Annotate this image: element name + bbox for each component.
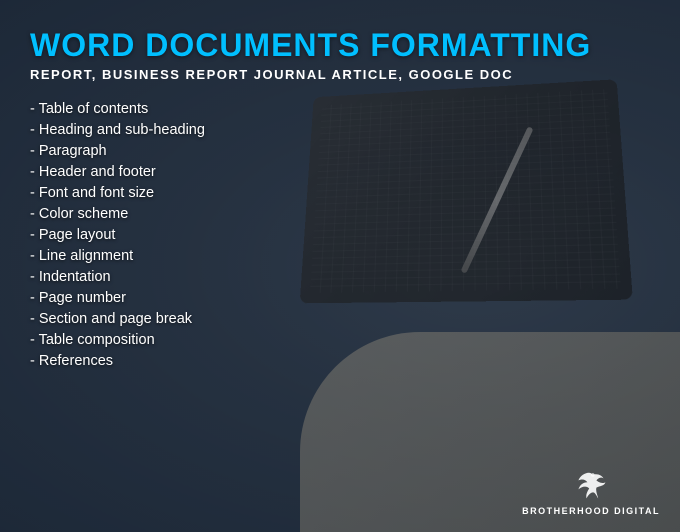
logo-area: BROTHERHOOD DIGITAL bbox=[522, 466, 660, 516]
logo-icon bbox=[573, 466, 609, 502]
list-item: - Heading and sub-heading bbox=[30, 121, 650, 139]
list-item: - Color scheme bbox=[30, 205, 650, 223]
list-item: - Page number bbox=[30, 289, 650, 307]
list-item: - Page layout bbox=[30, 226, 650, 244]
list-item: - Line alignment bbox=[30, 247, 650, 265]
list-item: - Paragraph bbox=[30, 142, 650, 160]
features-list: - Table of contents - Heading and sub-hea… bbox=[30, 100, 650, 512]
list-item: - Indentation bbox=[30, 268, 650, 286]
main-container: WORD DOCUMENTS FORMATTING REPORT, BUSINE… bbox=[0, 0, 680, 532]
list-item: - Table of contents bbox=[30, 100, 650, 118]
list-item: - References bbox=[30, 352, 650, 370]
page-subtitle: REPORT, BUSINESS REPORT JOURNAL ARTICLE,… bbox=[30, 67, 650, 82]
list-item: - Table composition bbox=[30, 331, 650, 349]
page-title: WORD DOCUMENTS FORMATTING bbox=[30, 28, 650, 63]
list-item: - Section and page break bbox=[30, 310, 650, 328]
list-item: - Header and footer bbox=[30, 163, 650, 181]
content-area: WORD DOCUMENTS FORMATTING REPORT, BUSINE… bbox=[0, 0, 680, 532]
brand-name: BROTHERHOOD DIGITAL bbox=[522, 506, 660, 516]
list-item: - Font and font size bbox=[30, 184, 650, 202]
